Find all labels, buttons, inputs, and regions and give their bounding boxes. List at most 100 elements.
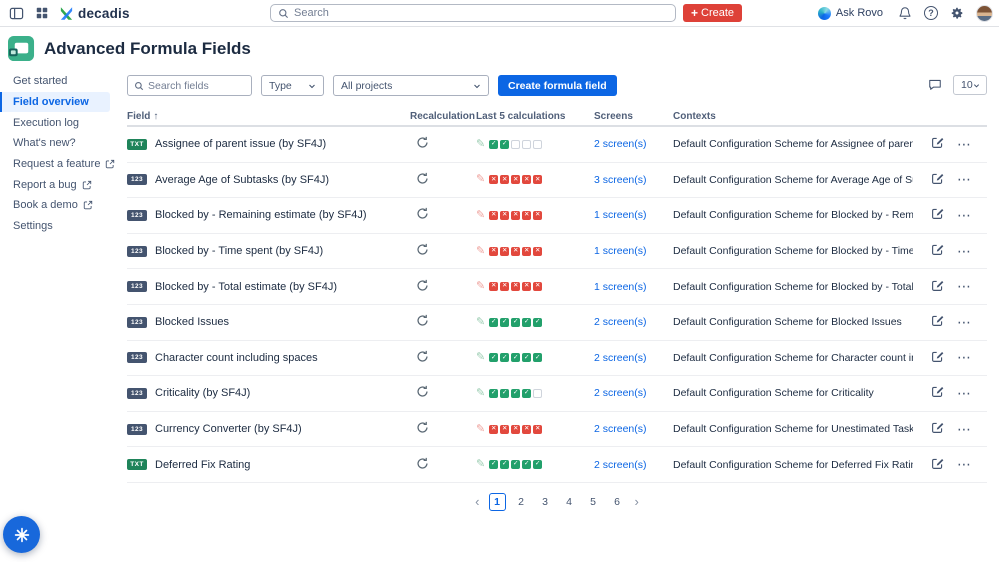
projects-filter-select[interactable]: All projects xyxy=(333,75,489,96)
sidebar-item-report-a-bug[interactable]: Report a bug xyxy=(0,174,110,195)
recalculation-cell xyxy=(410,385,476,401)
screens-link[interactable]: 3 screen(s) xyxy=(594,174,647,186)
contexts-cell: Default Configuration Scheme for Average… xyxy=(673,174,931,186)
more-actions-icon[interactable]: ⋯ xyxy=(957,421,973,437)
page-button-1[interactable]: 1 xyxy=(488,492,506,511)
field-name[interactable]: Currency Converter (by SF4J) xyxy=(155,423,302,435)
edit-icon[interactable] xyxy=(931,279,944,292)
more-actions-icon[interactable]: ⋯ xyxy=(957,385,973,401)
recalculate-icon[interactable] xyxy=(416,314,429,327)
previous-page-icon[interactable]: ‹ xyxy=(473,494,481,509)
field-name[interactable]: Blocked by - Remaining estimate (by SF4J… xyxy=(155,209,367,221)
page-button-4[interactable]: 4 xyxy=(561,493,578,511)
next-page-icon[interactable]: › xyxy=(633,494,641,509)
page-button-2[interactable]: 2 xyxy=(513,493,530,511)
recalculate-icon[interactable] xyxy=(416,207,429,220)
pencil-icon: ✎ xyxy=(476,137,486,150)
more-actions-icon[interactable]: ⋯ xyxy=(957,314,973,330)
sidebar-item-what-s-new-[interactable]: What's new? xyxy=(0,133,110,154)
recalculate-icon[interactable] xyxy=(416,279,429,292)
create-formula-field-button[interactable]: Create formula field xyxy=(498,75,617,96)
sidebar-item-settings[interactable]: Settings xyxy=(0,216,110,237)
calc-status-error-icon: ✕ xyxy=(511,175,521,185)
sidebar-item-book-a-demo[interactable]: Book a demo xyxy=(0,195,110,216)
sidebar-item-execution-log[interactable]: Execution log xyxy=(0,112,110,133)
edit-icon[interactable] xyxy=(931,457,944,470)
page-button-5[interactable]: 5 xyxy=(585,493,602,511)
field-name[interactable]: Blocked by - Time spent (by SF4J) xyxy=(155,245,323,257)
pencil-icon: ✎ xyxy=(476,422,486,435)
screens-link[interactable]: 1 screen(s) xyxy=(594,245,647,257)
page-button-6[interactable]: 6 xyxy=(609,493,626,511)
field-name[interactable]: Criticality (by SF4J) xyxy=(155,387,250,399)
more-actions-icon[interactable]: ⋯ xyxy=(957,136,973,152)
edit-icon[interactable] xyxy=(931,385,944,398)
create-button[interactable]: + Create xyxy=(683,4,743,22)
recalculation-cell xyxy=(410,457,476,473)
recalculate-icon[interactable] xyxy=(416,385,429,398)
type-filter-select[interactable]: Type xyxy=(261,75,324,96)
help-icon[interactable]: ? xyxy=(924,6,938,20)
more-actions-icon[interactable]: ⋯ xyxy=(957,349,973,365)
screens-link[interactable]: 1 screen(s) xyxy=(594,281,647,293)
decadis-logo[interactable]: decadis xyxy=(59,6,130,21)
column-header-field[interactable]: Field ↑ xyxy=(127,111,410,122)
screens-link[interactable]: 2 screen(s) xyxy=(594,352,647,364)
field-name[interactable]: Blocked by - Total estimate (by SF4J) xyxy=(155,281,337,293)
screens-link[interactable]: 1 screen(s) xyxy=(594,209,647,221)
edit-icon[interactable] xyxy=(931,172,944,185)
field-name[interactable]: Blocked Issues xyxy=(155,316,229,328)
more-actions-icon[interactable]: ⋯ xyxy=(957,456,973,472)
page-title: Advanced Formula Fields xyxy=(44,38,251,58)
last-calculations-cell: ✎ ✓ ✓ ✓ ✓ ✓ xyxy=(476,316,594,328)
user-avatar[interactable] xyxy=(976,4,993,22)
sidebar-item-field-overview[interactable]: Field overview xyxy=(0,91,110,113)
table-row: TXT Assignee of parent issue (by SF4J) ✎ ✓ ✓… xyxy=(127,127,987,163)
settings-gear-icon[interactable] xyxy=(948,4,966,22)
app-switcher-icon[interactable] xyxy=(33,4,51,22)
recalculate-icon[interactable] xyxy=(416,172,429,185)
recalculate-icon[interactable] xyxy=(416,136,429,149)
sidebar-item-get-started[interactable]: Get started xyxy=(0,71,110,92)
onboarding-widget-button[interactable] xyxy=(3,516,40,553)
more-actions-icon[interactable]: ⋯ xyxy=(957,243,973,259)
field-name[interactable]: Assignee of parent issue (by SF4J) xyxy=(155,138,326,150)
field-name[interactable]: Character count including spaces xyxy=(155,352,318,364)
edit-icon[interactable] xyxy=(931,421,944,434)
field-name[interactable]: Average Age of Subtasks (by SF4J) xyxy=(155,174,329,186)
recalculate-icon[interactable] xyxy=(416,243,429,256)
screens-link[interactable]: 2 screen(s) xyxy=(594,459,647,471)
field-search-input[interactable] xyxy=(148,79,245,92)
screens-link[interactable]: 2 screen(s) xyxy=(594,387,647,399)
calc-status-error-icon: ✕ xyxy=(533,175,543,185)
edit-icon[interactable] xyxy=(931,243,944,256)
field-search[interactable] xyxy=(127,75,252,96)
global-search-input[interactable] xyxy=(294,7,668,19)
edit-icon[interactable] xyxy=(931,136,944,149)
plus-icon: + xyxy=(691,6,699,20)
edit-icon[interactable] xyxy=(931,207,944,220)
sidebar-toggle-icon[interactable] xyxy=(7,4,25,22)
toolbar-right: 10 xyxy=(928,75,987,95)
screens-link[interactable]: 2 screen(s) xyxy=(594,138,647,150)
sidebar-item-request-a-feature[interactable]: Request a feature xyxy=(0,154,115,175)
recalculate-icon[interactable] xyxy=(416,421,429,434)
more-actions-icon[interactable]: ⋯ xyxy=(957,207,973,223)
ask-rovo-button[interactable]: Ask Rovo xyxy=(815,5,886,22)
more-actions-icon[interactable]: ⋯ xyxy=(957,278,973,294)
global-search[interactable] xyxy=(270,4,676,22)
screens-link[interactable]: 2 screen(s) xyxy=(594,316,647,328)
screens-cell: 2 screen(s) xyxy=(594,387,673,399)
field-name[interactable]: Deferred Fix Rating xyxy=(155,459,250,471)
page-size-select[interactable]: 10 xyxy=(953,75,987,95)
edit-icon[interactable] xyxy=(931,350,944,363)
feedback-icon[interactable] xyxy=(928,78,942,92)
edit-icon[interactable] xyxy=(931,314,944,327)
screens-link[interactable]: 2 screen(s) xyxy=(594,423,647,435)
more-actions-icon[interactable]: ⋯ xyxy=(957,171,973,187)
notifications-bell-icon[interactable] xyxy=(896,4,914,22)
page-button-3[interactable]: 3 xyxy=(537,493,554,511)
recalculate-icon[interactable] xyxy=(416,457,429,470)
column-label: Field xyxy=(127,110,151,122)
recalculate-icon[interactable] xyxy=(416,350,429,363)
